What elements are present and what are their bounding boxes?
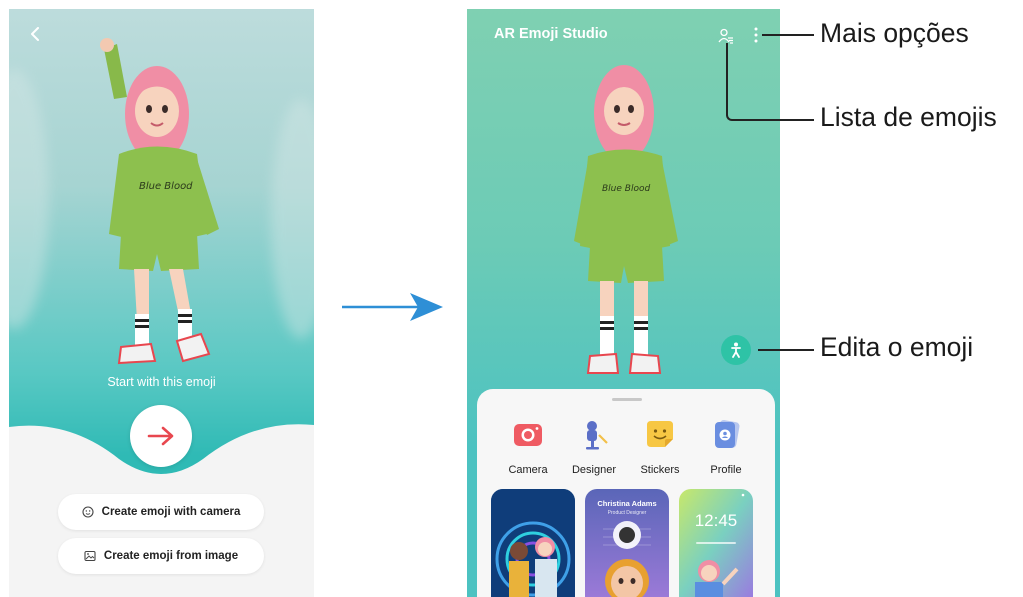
create-emoji-with-camera-label: Create emoji with camera — [101, 506, 241, 518]
profile-icon — [715, 420, 740, 448]
sticker-icon — [647, 421, 673, 447]
more-options-callout: Mais opções — [820, 18, 969, 48]
person-edit-icon — [731, 342, 741, 358]
more-options-callout-line — [762, 34, 814, 36]
create-emoji-from-image-label: Create emoji from image — [103, 550, 239, 562]
sheet-handle[interactable] — [612, 398, 642, 401]
arrow-right-icon — [147, 426, 174, 446]
thumbnail-card-1[interactable] — [491, 489, 575, 597]
edit-emoji-callout: Edita o emoji — [820, 332, 974, 362]
designer-icon — [586, 421, 608, 450]
emoji-list-icon[interactable] — [718, 28, 734, 44]
feature-stickers[interactable]: Stickers — [625, 417, 695, 476]
svg-text:Blue Blood: Blue Blood — [139, 181, 193, 192]
next-button[interactable] — [130, 405, 192, 467]
back-chevron-icon — [31, 27, 39, 41]
app-title: AR Emoji Studio — [494, 26, 608, 42]
background-blur — [9, 69, 49, 329]
emoji-avatar-image: Blue Blood — [100, 38, 219, 365]
create-emoji-from-image-button[interactable]: Create emoji from image — [58, 538, 264, 574]
feature-profile-label: Profile — [710, 464, 742, 476]
thumbnail-card-2[interactable]: Christina Adams Product Designer — [585, 489, 669, 597]
feature-designer[interactable]: Designer — [559, 417, 629, 476]
thumbnail-card-3[interactable]: 12:45 — [679, 489, 753, 597]
create-emoji-with-camera-button[interactable]: Create emoji with camera — [58, 494, 264, 530]
face-icon — [82, 506, 94, 518]
start-with-emoji-text: Start with this emoji — [107, 375, 216, 389]
thumbnail-3-time: 12:45 — [694, 511, 738, 530]
svg-text:Blue Blood: Blue Blood — [602, 184, 650, 194]
more-options-icon[interactable] — [753, 26, 759, 44]
emoji-start-screen: Blue Blood Start with this emoji Create … — [9, 9, 314, 597]
edit-emoji-callout-line — [758, 349, 814, 351]
back-button[interactable] — [23, 21, 49, 47]
feature-camera[interactable]: Camera — [493, 417, 563, 476]
thumbnail-3-date — [679, 533, 753, 551]
background-blur — [271, 99, 314, 339]
emoji-list-callout: Lista de emojis — [820, 102, 997, 132]
emoji-list-callout-line — [726, 43, 814, 121]
transition-arrow-icon — [342, 293, 443, 321]
image-icon — [84, 550, 96, 562]
bottom-sheet: Camera Designer Stickers Profile Christi… — [477, 389, 775, 597]
feature-designer-label: Designer — [571, 464, 617, 476]
thumbnail-image-1 — [491, 489, 575, 597]
feature-profile[interactable]: Profile — [691, 417, 761, 476]
thumbnail-2-subtitle: Product Designer — [607, 510, 647, 516]
thumbnail-2-name: Christina Adams — [597, 499, 657, 508]
date-placeholder-icon — [696, 542, 736, 544]
feature-stickers-label: Stickers — [640, 464, 680, 476]
camera-icon — [514, 424, 542, 446]
feature-camera-label: Camera — [508, 464, 548, 476]
emoji-avatar-image: Blue Blood — [574, 65, 678, 374]
edit-emoji-button[interactable] — [721, 335, 751, 365]
